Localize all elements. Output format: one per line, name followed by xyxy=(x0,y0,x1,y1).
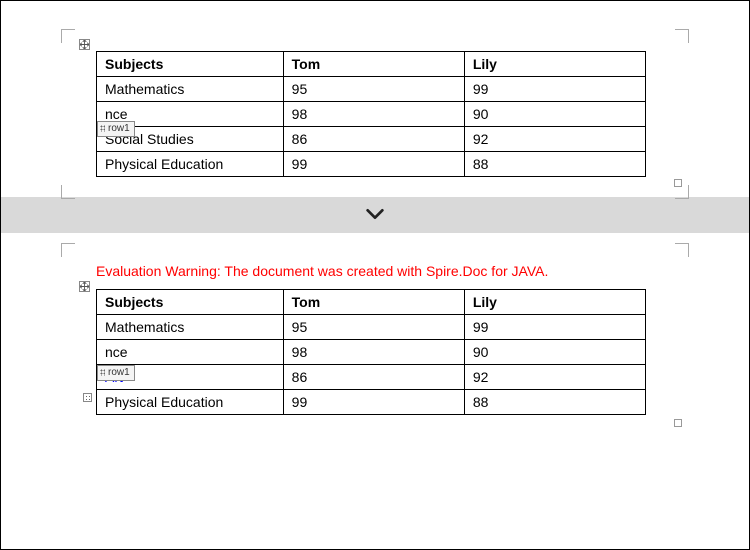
page-top-section: Subjects Tom Lily Mathematics9599nce9890… xyxy=(1,1,749,197)
table-cell[interactable]: 88 xyxy=(464,152,645,177)
row-anchor-handle[interactable] xyxy=(83,393,92,402)
table-header-row: Subjects Tom Lily xyxy=(97,52,646,77)
chevron-down-icon xyxy=(364,203,386,228)
table-cell[interactable]: 92 xyxy=(464,127,645,152)
page-corner-mark xyxy=(61,185,75,199)
table-cell[interactable]: 99 xyxy=(464,315,645,340)
evaluation-warning-text: Evaluation Warning: The document was cre… xyxy=(96,263,684,279)
table-cell[interactable]: 88 xyxy=(464,390,645,415)
table-cell[interactable]: 90 xyxy=(464,102,645,127)
table-cell[interactable]: 90 xyxy=(464,340,645,365)
table-header-row: Subjects Tom Lily xyxy=(97,290,646,315)
table-resize-handle[interactable] xyxy=(674,419,682,427)
table-cell[interactable]: 99 xyxy=(464,77,645,102)
table-row[interactable]: Physical Education9988 xyxy=(97,152,646,177)
page-corner-mark xyxy=(61,243,75,257)
table-row[interactable]: Social Studies8692 xyxy=(97,127,646,152)
table-row[interactable]: nce9890 xyxy=(97,102,646,127)
header-subjects: Subjects xyxy=(97,290,284,315)
table-cell[interactable]: 98 xyxy=(283,340,464,365)
header-tom: Tom xyxy=(283,52,464,77)
table-resize-handle[interactable] xyxy=(674,179,682,187)
table-cell[interactable]: Physical Education xyxy=(97,390,284,415)
page-corner-mark xyxy=(675,185,689,199)
page-corner-mark xyxy=(675,243,689,257)
page-corner-mark xyxy=(675,29,689,43)
table-cell[interactable]: 95 xyxy=(283,77,464,102)
table-row[interactable]: nce9890 xyxy=(97,340,646,365)
table-row[interactable]: Mathematics9599 xyxy=(97,77,646,102)
table-anchor-icon[interactable] xyxy=(79,281,90,292)
table-cell[interactable]: 98 xyxy=(283,102,464,127)
row-bookmark-tag[interactable]: row1 xyxy=(97,365,135,381)
header-subjects: Subjects xyxy=(97,52,284,77)
table-cell[interactable]: Mathematics xyxy=(97,315,284,340)
header-lily: Lily xyxy=(464,52,645,77)
table-row[interactable]: Physical Education9988 xyxy=(97,390,646,415)
table-cell[interactable]: nce xyxy=(97,340,284,365)
table-cell[interactable]: 99 xyxy=(283,390,464,415)
table-cell[interactable]: Mathematics xyxy=(97,77,284,102)
table-cell[interactable]: Physical Education xyxy=(97,152,284,177)
page-corner-mark xyxy=(61,29,75,43)
table-cell[interactable]: 92 xyxy=(464,365,645,390)
header-lily: Lily xyxy=(464,290,645,315)
page-collapse-divider[interactable] xyxy=(1,197,749,233)
grades-table-original[interactable]: Subjects Tom Lily Mathematics9599nce9890… xyxy=(96,51,646,177)
table-row[interactable]: Mathematics9599 xyxy=(97,315,646,340)
table-cell[interactable]: 86 xyxy=(283,365,464,390)
row-bookmark-tag[interactable]: row1 xyxy=(97,121,135,137)
table-anchor-icon[interactable] xyxy=(79,39,90,50)
grades-table-modified[interactable]: Subjects Tom Lily Mathematics9599nce9890… xyxy=(96,289,646,415)
page-bottom-section: Evaluation Warning: The document was cre… xyxy=(1,233,749,435)
table-cell[interactable]: 95 xyxy=(283,315,464,340)
table-cell[interactable]: 99 xyxy=(283,152,464,177)
table-cell[interactable]: 86 xyxy=(283,127,464,152)
table-row[interactable]: Art8692 xyxy=(97,365,646,390)
header-tom: Tom xyxy=(283,290,464,315)
